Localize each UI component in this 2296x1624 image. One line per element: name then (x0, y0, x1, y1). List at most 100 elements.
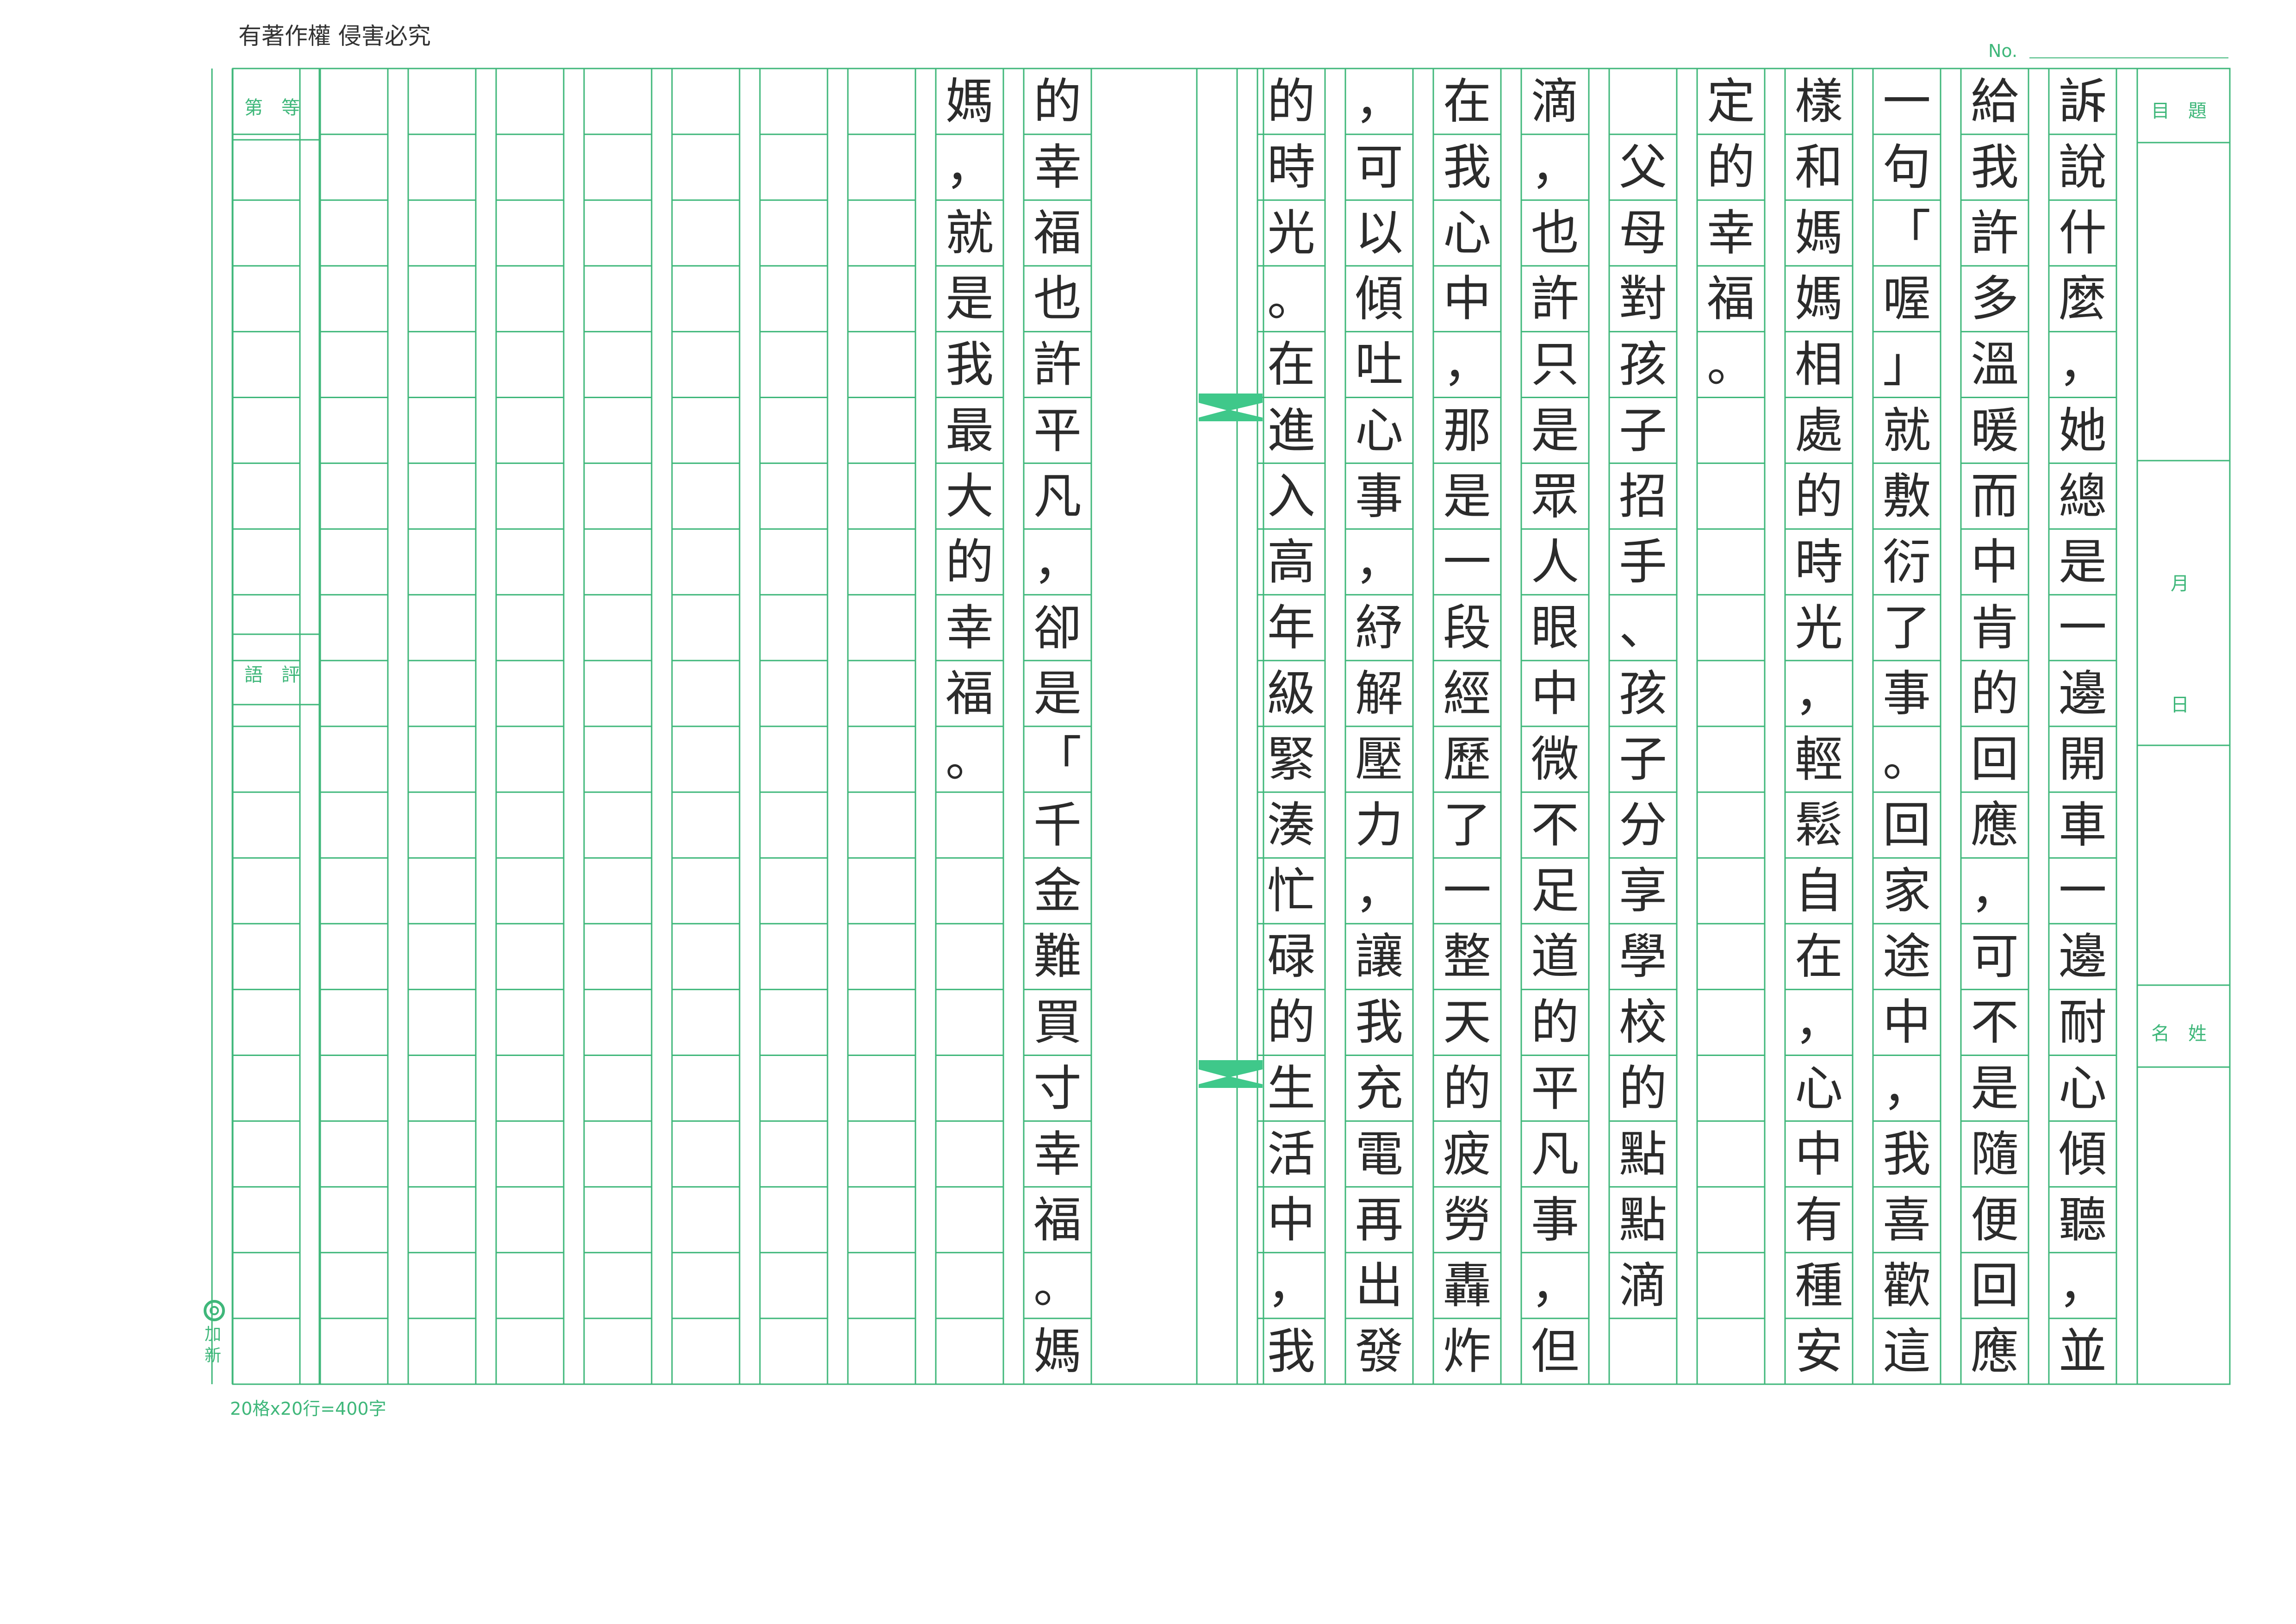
essay-char: 是 (1033, 665, 1082, 722)
essay-char: 段 (1443, 599, 1491, 656)
essay-char: 中 (1794, 1125, 1843, 1182)
essay-char: 充 (1355, 1060, 1403, 1117)
essay-char: 的 (1267, 73, 1315, 130)
essay-char: 經 (1443, 665, 1491, 722)
essay-char: 整 (1443, 928, 1491, 985)
essay-char: 回 (1970, 731, 2019, 787)
essay-char: 人 (1531, 533, 1579, 590)
essay-char: ， (1355, 862, 1403, 919)
essay-char: 在 (1443, 73, 1491, 130)
essay-char: 歡 (1882, 1257, 1931, 1314)
essay-char: 和 (1794, 139, 1843, 196)
essay-char: ， (1531, 1257, 1579, 1314)
essay-char: 一 (1882, 73, 1931, 130)
essay-char: 媽 (1033, 1323, 1082, 1380)
essay-char: 的 (1033, 73, 1082, 130)
essay-char: 子 (1618, 402, 1667, 459)
essay-char: 的 (945, 533, 994, 590)
essay-char: 中 (1267, 1191, 1315, 1248)
essay-char: 應 (1970, 797, 2019, 854)
essay-char: 定 (1706, 73, 1755, 130)
essay-char: 喔 (1882, 270, 1931, 327)
essay-char: 並 (2058, 1323, 2107, 1380)
essay-char: 媽 (1794, 205, 1843, 262)
essay-char: 的 (1970, 665, 2019, 722)
essay-char: 也 (1033, 270, 1082, 327)
essay-char: 中 (1443, 270, 1491, 327)
essay-char: 時 (1794, 533, 1843, 590)
essay-char: 炸 (1443, 1323, 1491, 1380)
essay-char: 轟 (1443, 1257, 1491, 1314)
essay-char: 點 (1618, 1125, 1667, 1182)
essay-char: ， (945, 139, 994, 196)
essay-char: 緊 (1267, 731, 1315, 787)
essay-char: 母 (1618, 205, 1667, 262)
essay-char: 勞 (1443, 1191, 1491, 1248)
essay-char: 享 (1618, 862, 1667, 919)
essay-char: 多 (1970, 270, 2019, 327)
essay-char: 總 (2058, 468, 2107, 525)
essay-char: 溫 (1970, 336, 2019, 393)
essay-char: 凡 (1033, 468, 1082, 525)
binding-tab-icon (1199, 1060, 1263, 1088)
essay-char: 一 (1443, 862, 1491, 919)
essay-char: 「 (1882, 205, 1931, 262)
essay-char: 我 (1267, 1323, 1315, 1380)
essay-char: 湊 (1267, 797, 1315, 854)
essay-char: 中 (1882, 994, 1931, 1051)
essay-char: 中 (1970, 533, 2019, 590)
essay-char: 幸 (1033, 139, 1082, 196)
essay-char: 暖 (1970, 402, 2019, 459)
essay-char: 的 (1443, 1060, 1491, 1117)
essay-char: 紓 (1355, 599, 1403, 656)
essay-char: 足 (1531, 862, 1579, 919)
essay-char: 的 (1267, 994, 1315, 1051)
essay-char: 孩 (1618, 336, 1667, 393)
essay-char: 媽 (945, 73, 994, 130)
essay-char: 是 (2058, 533, 2107, 590)
essay-char: 心 (1355, 402, 1403, 459)
essay-char: 輕 (1794, 731, 1843, 787)
essay-char: 。 (945, 731, 994, 787)
topic-box-label: 目 題 (2151, 100, 2207, 122)
essay-char: 、 (1618, 599, 1667, 656)
essay-char: 對 (1618, 270, 1667, 327)
essay-char: 句 (1882, 139, 1931, 196)
essay-char: 的 (1794, 468, 1843, 525)
essay-char: 自 (1794, 862, 1843, 919)
essay-char: 邊 (2058, 928, 2107, 985)
essay-char: 這 (1882, 1323, 1931, 1380)
essay-char: 我 (1970, 139, 2019, 196)
essay-char: 傾 (2058, 1125, 2107, 1182)
essay-char: 衍 (1882, 533, 1931, 590)
essay-char: 但 (1531, 1323, 1579, 1380)
essay-char: 回 (1970, 1257, 2019, 1314)
month-box-label: 月 (2171, 573, 2189, 594)
essay-char: 在 (1267, 336, 1315, 393)
essay-char: 隨 (1970, 1125, 2019, 1182)
essay-char: 金 (1033, 862, 1082, 919)
essay-char: 時 (1267, 139, 1315, 196)
essay-char: 卻 (1033, 599, 1082, 656)
essay-char: 生 (1267, 1060, 1315, 1117)
essay-char: 喜 (1882, 1191, 1931, 1248)
essay-char: 樣 (1794, 73, 1843, 130)
essay-char: ， (1794, 665, 1843, 722)
essay-char: 種 (1794, 1257, 1843, 1314)
essay-char: 吐 (1355, 336, 1403, 393)
essay-char: 而 (1970, 468, 2019, 525)
essay-char: 。 (1706, 336, 1755, 393)
essay-char: 。 (1267, 270, 1315, 327)
essay-char: 不 (1970, 994, 2019, 1051)
essay-char: 解 (1355, 665, 1403, 722)
grade-box-label: 第 等 (244, 97, 300, 119)
essay-char: 是 (945, 270, 994, 327)
essay-char: 處 (1794, 402, 1843, 459)
essay-char: 我 (945, 336, 994, 393)
essay-char: 麼 (2058, 270, 2107, 327)
essay-char: 千 (1033, 797, 1082, 854)
essay-char: 心 (2058, 1060, 2107, 1117)
essay-char: 發 (1355, 1323, 1403, 1380)
essay-char: 給 (1970, 73, 2019, 130)
essay-char: 父 (1618, 139, 1667, 196)
